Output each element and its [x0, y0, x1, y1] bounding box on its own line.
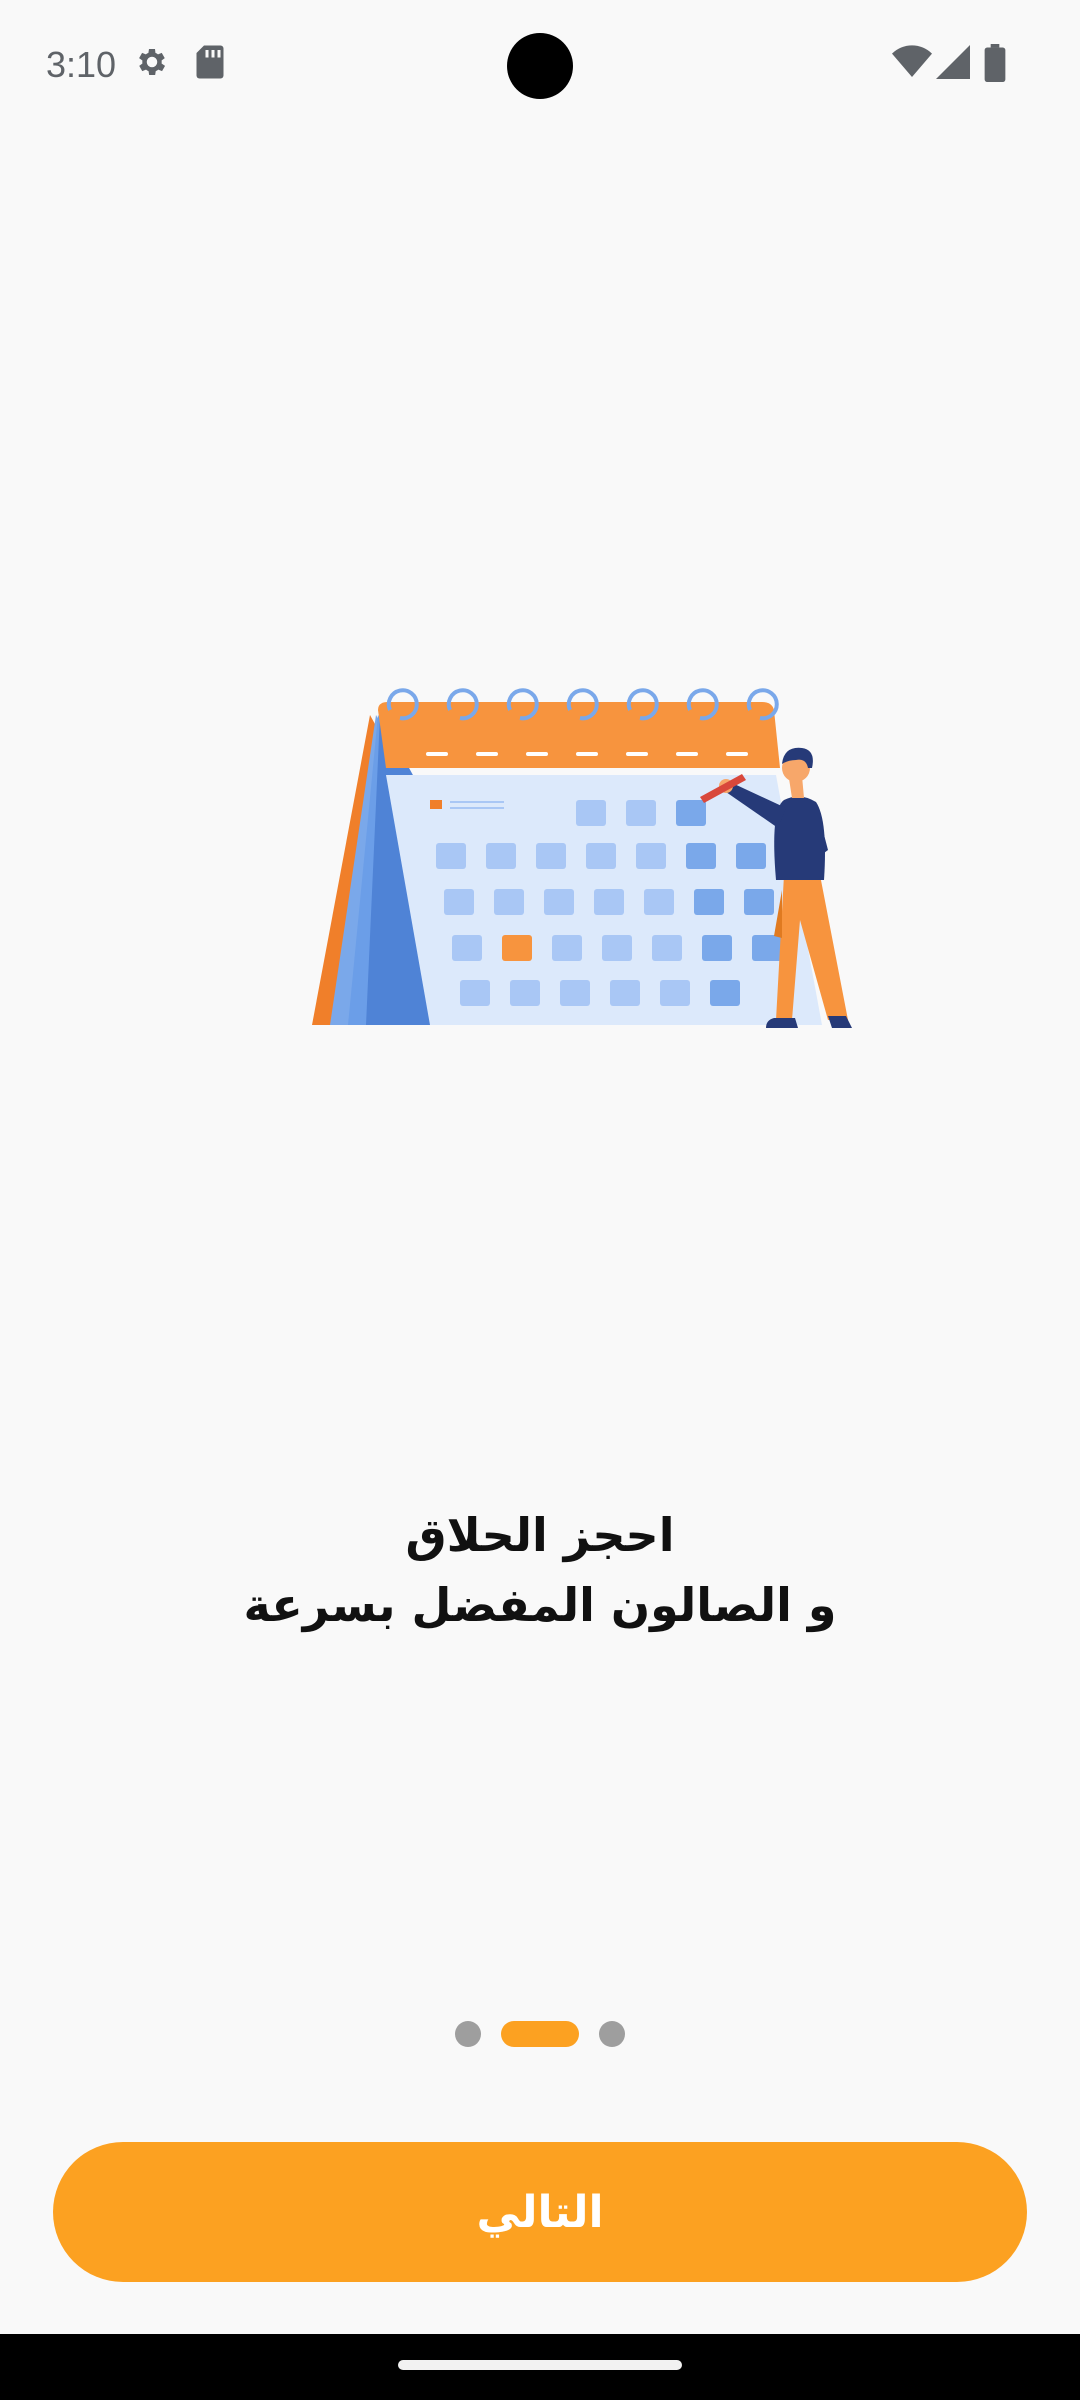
- sd-card-icon: [194, 44, 226, 84]
- battery-icon: [984, 44, 1006, 86]
- page-dot-active[interactable]: [501, 2021, 579, 2047]
- page-dot[interactable]: [599, 2021, 625, 2047]
- status-bar: 3:10: [0, 0, 1080, 132]
- status-time: 3:10: [46, 44, 117, 85]
- camera-cutout: [507, 33, 573, 99]
- next-button[interactable]: التالي: [53, 2142, 1027, 2282]
- home-gesture-handle[interactable]: [398, 2360, 682, 2370]
- page-dot[interactable]: [455, 2021, 481, 2047]
- onboarding-headline: احجز الحلاق و الصالون المفضل بسرعة: [0, 1500, 1080, 1640]
- selected-day: [502, 935, 532, 961]
- headline-line-2: و الصالون المفضل بسرعة: [243, 1578, 837, 1632]
- calendar-header: [378, 702, 780, 768]
- settings-icon: [134, 44, 170, 84]
- page-indicator: [0, 2020, 1080, 2048]
- cellular-signal-icon: [936, 44, 970, 84]
- onboarding-screen: 3:10 احجز الحلاق و الصالون المفضل بسرعة …: [0, 0, 1080, 2400]
- wifi-icon: [892, 44, 932, 84]
- headline-line-1: احجز الحلاق: [405, 1508, 675, 1562]
- next-button-label: التالي: [476, 2186, 604, 2238]
- calendar-illustration: [312, 688, 852, 1028]
